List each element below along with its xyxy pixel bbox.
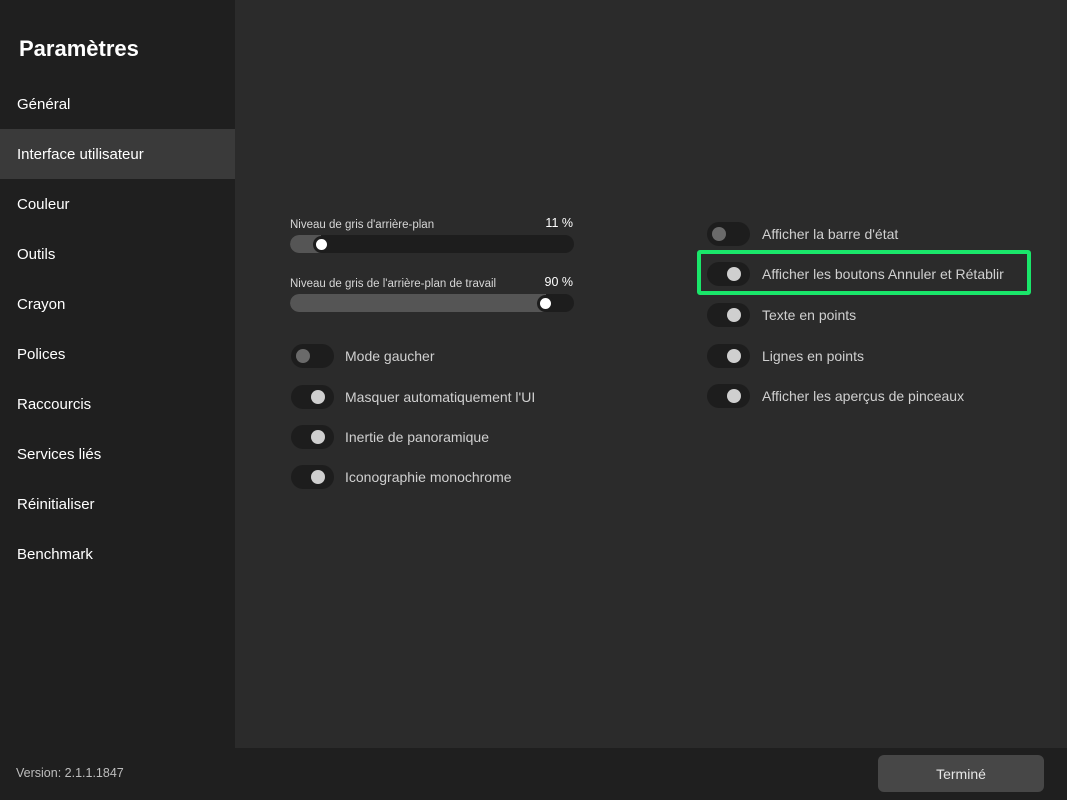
- canvas-gray-slider[interactable]: [290, 294, 574, 312]
- slider-label: Niveau de gris de l'arrière-plan de trav…: [290, 278, 497, 290]
- toggle-knob: [712, 227, 726, 241]
- slider-label: Niveau de gris d'arrière-plan: [290, 219, 435, 231]
- sidebar-item-label: Crayon: [17, 295, 66, 313]
- sidebar-item-tools[interactable]: Outils: [0, 229, 235, 279]
- toggle-label: Afficher les aperçus de pinceaux: [762, 388, 965, 404]
- sidebar-item-general[interactable]: Général: [0, 79, 235, 129]
- text-points-toggle[interactable]: [707, 303, 750, 327]
- settings-sidebar: Paramètres Général Interface utilisateur…: [0, 0, 235, 748]
- slider-thumb[interactable]: [312, 236, 330, 253]
- slider-value: 11 %: [545, 216, 573, 230]
- sidebar-list: Général Interface utilisateur Couleur Ou…: [0, 79, 235, 579]
- bottom-bar: Version: 2.1.1.1847 Terminé: [0, 748, 1067, 800]
- toggle-label: Lignes en points: [762, 348, 864, 364]
- slider-thumb[interactable]: [537, 295, 555, 312]
- brush-previews-row: Afficher les aperçus de pinceaux: [707, 384, 964, 408]
- toggle-knob: [311, 430, 325, 444]
- auto-hide-ui-toggle[interactable]: [291, 385, 334, 409]
- brush-previews-toggle[interactable]: [707, 384, 750, 408]
- sidebar-item-pencil[interactable]: Crayon: [0, 279, 235, 329]
- monochrome-icons-toggle[interactable]: [291, 465, 334, 489]
- left-handed-mode-row: Mode gaucher: [291, 344, 435, 368]
- monochrome-icons-row: Iconographie monochrome: [291, 465, 512, 489]
- sidebar-item-label: Outils: [17, 245, 56, 263]
- sidebar-item-label: Interface utilisateur: [17, 145, 144, 163]
- slider-value: 90 %: [544, 275, 574, 289]
- sidebar-item-color[interactable]: Couleur: [0, 179, 235, 229]
- toggle-label: Mode gaucher: [345, 348, 435, 364]
- sidebar-item-label: Général: [17, 95, 71, 113]
- sidebar-item-label: Services liés: [17, 445, 102, 463]
- status-bar-toggle[interactable]: [707, 222, 750, 246]
- sidebar-item-fonts[interactable]: Polices: [0, 329, 235, 379]
- background-gray-slider[interactable]: [290, 235, 574, 253]
- toggle-label: Inertie de panoramique: [345, 429, 489, 445]
- toggle-label: Afficher les boutons Annuler et Rétablir: [762, 266, 1004, 282]
- left-handed-mode-toggle[interactable]: [291, 344, 334, 368]
- auto-hide-ui-row: Masquer automatiquement l'UI: [291, 385, 535, 409]
- slider-fill: [290, 294, 546, 312]
- sidebar-item-label: Raccourcis: [17, 395, 92, 413]
- sidebar-item-label: Benchmark: [17, 545, 93, 563]
- status-bar-row: Afficher la barre d'état: [707, 222, 898, 246]
- toggle-knob: [296, 349, 310, 363]
- line-points-row: Lignes en points: [707, 344, 864, 368]
- sidebar-title: Paramètres: [19, 36, 139, 61]
- sidebar-item-label: Polices: [17, 345, 66, 363]
- toggle-label: Texte en points: [762, 307, 857, 323]
- sidebar-item-label: Couleur: [17, 195, 70, 213]
- pan-inertia-toggle[interactable]: [291, 425, 334, 449]
- sidebar-item-linked-services[interactable]: Services liés: [0, 429, 235, 479]
- toggle-label: Iconographie monochrome: [345, 469, 512, 485]
- version-label: Version: 2.1.1.1847: [16, 766, 124, 780]
- toggle-knob: [727, 308, 741, 322]
- done-button[interactable]: Terminé: [878, 755, 1044, 792]
- sidebar-item-label: Réinitialiser: [17, 495, 95, 513]
- sidebar-item-interface[interactable]: Interface utilisateur: [0, 129, 235, 179]
- undo-redo-buttons-toggle[interactable]: [707, 262, 750, 286]
- toggle-knob: [727, 349, 741, 363]
- sidebar-item-shortcuts[interactable]: Raccourcis: [0, 379, 235, 429]
- toggle-label: Afficher la barre d'état: [762, 226, 899, 242]
- pan-inertia-row: Inertie de panoramique: [291, 425, 489, 449]
- toggle-label: Masquer automatiquement l'UI: [345, 389, 536, 405]
- toggle-knob: [311, 390, 325, 404]
- line-points-toggle[interactable]: [707, 344, 750, 368]
- sidebar-item-reset[interactable]: Réinitialiser: [0, 479, 235, 529]
- toggle-knob: [727, 389, 741, 403]
- text-points-row: Texte en points: [707, 303, 856, 327]
- toggle-knob: [727, 267, 741, 281]
- undo-redo-buttons-row: Afficher les boutons Annuler et Rétablir: [707, 262, 1004, 286]
- sidebar-item-benchmark[interactable]: Benchmark: [0, 529, 235, 579]
- toggle-knob: [311, 470, 325, 484]
